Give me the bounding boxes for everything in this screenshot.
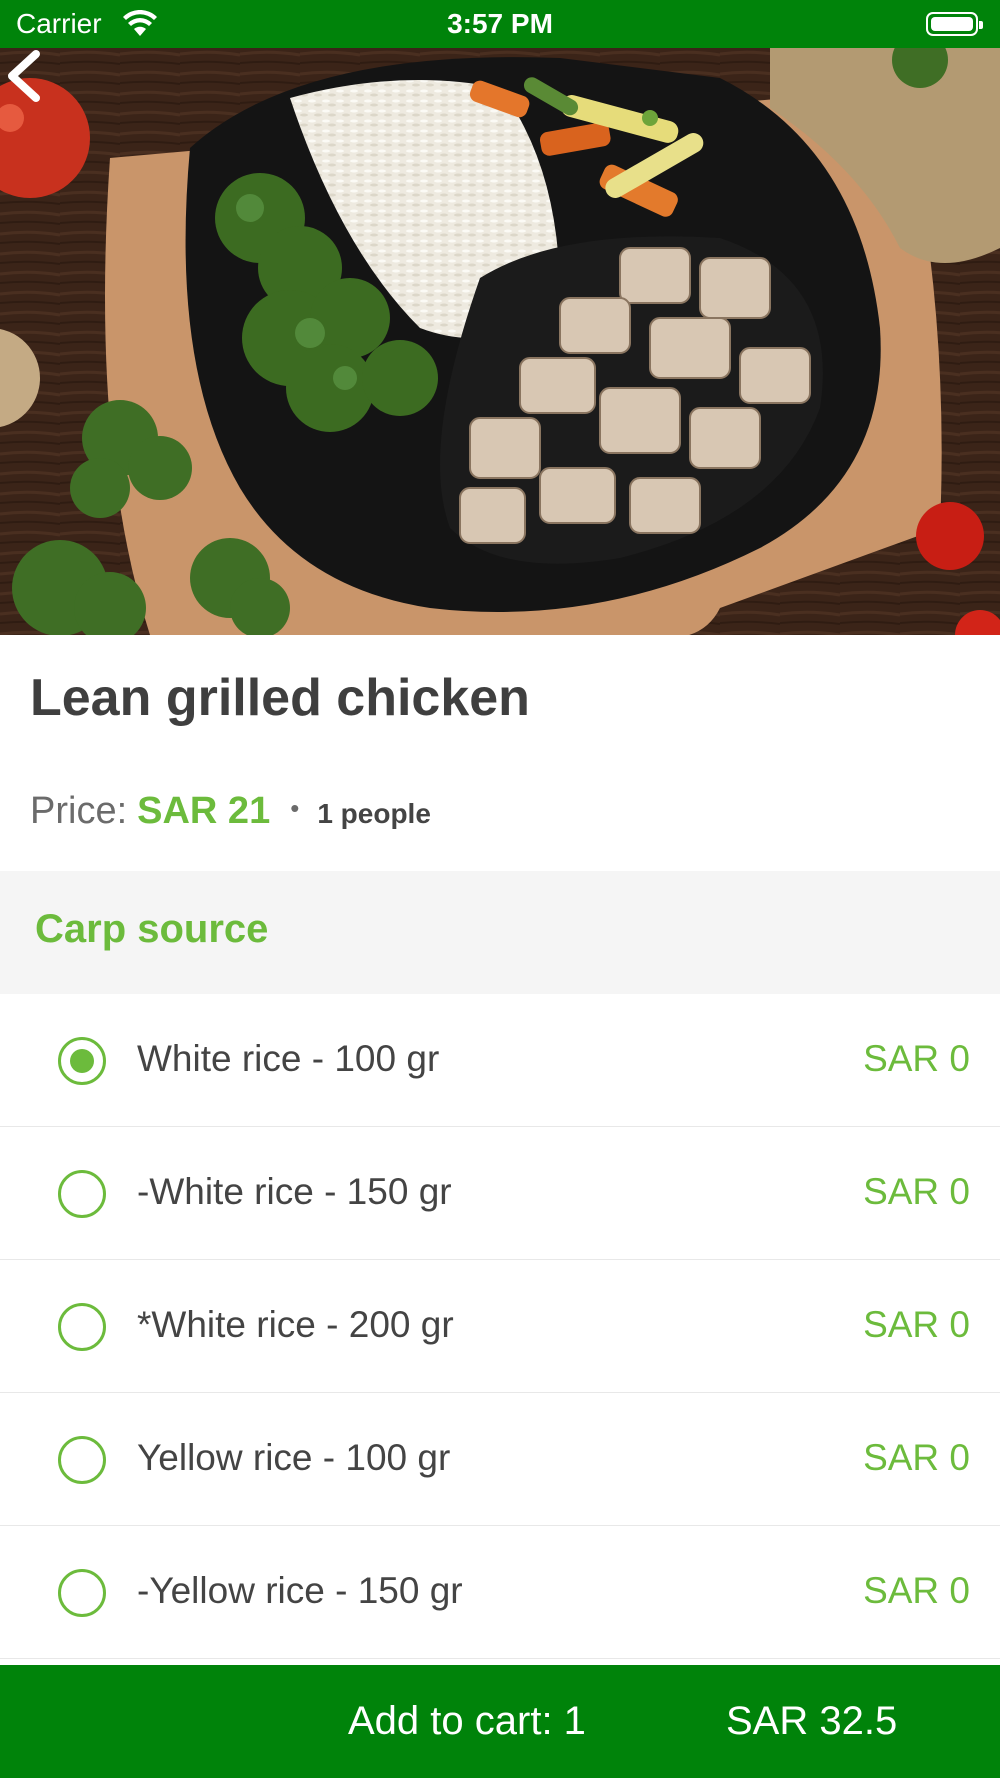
radio-unselected-icon[interactable] <box>58 1436 106 1484</box>
radio-unselected-icon[interactable] <box>58 1569 106 1617</box>
radio-unselected-icon[interactable] <box>58 1170 106 1218</box>
price-value: SAR 21 <box>137 790 271 832</box>
dish-title: Lean grilled chicken <box>30 669 530 727</box>
status-bar: Carrier 3:57 PM <box>0 0 1000 48</box>
price-line: Price: SAR 21 • 1 people <box>30 790 431 833</box>
option-row[interactable]: Yellow rice - 100 gr SAR 0 <box>0 1393 1000 1526</box>
option-label: Yellow rice - 100 gr <box>137 1437 451 1478</box>
dish-photo <box>0 48 1000 635</box>
section-title: Carp source <box>35 907 269 951</box>
option-price: SAR 0 <box>863 1570 970 1611</box>
section-header: Carp source <box>0 871 1000 994</box>
radio-selected-icon[interactable] <box>58 1037 106 1085</box>
option-row[interactable]: -White rice - 150 gr SAR 0 <box>0 1127 1000 1260</box>
option-price: SAR 0 <box>863 1038 970 1079</box>
separator-dot: • <box>290 793 300 823</box>
option-list: White rice - 100 gr SAR 0 -White rice - … <box>0 994 1000 1659</box>
option-price: SAR 0 <box>863 1304 970 1345</box>
option-price: SAR 0 <box>863 1437 970 1478</box>
radio-unselected-icon[interactable] <box>58 1303 106 1351</box>
back-button[interactable] <box>0 48 50 104</box>
cart-total: SAR 32.5 <box>726 1699 898 1743</box>
status-time: 3:57 PM <box>447 8 553 39</box>
option-label: *White rice - 200 gr <box>137 1304 454 1345</box>
bottom-bar: Add to cart: 1 SAR 32.5 <box>0 1665 1000 1778</box>
battery-icon <box>926 12 983 36</box>
option-row[interactable]: -Yellow rice - 150 gr SAR 0 <box>0 1526 1000 1659</box>
option-label: -Yellow rice - 150 gr <box>137 1570 463 1611</box>
dish-photo-illustration <box>0 48 1000 635</box>
option-label: -White rice - 150 gr <box>137 1171 452 1212</box>
serving-size: 1 people <box>317 798 431 829</box>
option-row[interactable]: White rice - 100 gr SAR 0 <box>0 994 1000 1127</box>
option-price: SAR 0 <box>863 1171 970 1212</box>
price-label: Price: <box>30 790 128 832</box>
option-label: White rice - 100 gr <box>137 1038 440 1079</box>
option-row[interactable]: *White rice - 200 gr SAR 0 <box>0 1260 1000 1393</box>
add-to-cart-button[interactable]: Add to cart: 1 <box>348 1699 586 1744</box>
